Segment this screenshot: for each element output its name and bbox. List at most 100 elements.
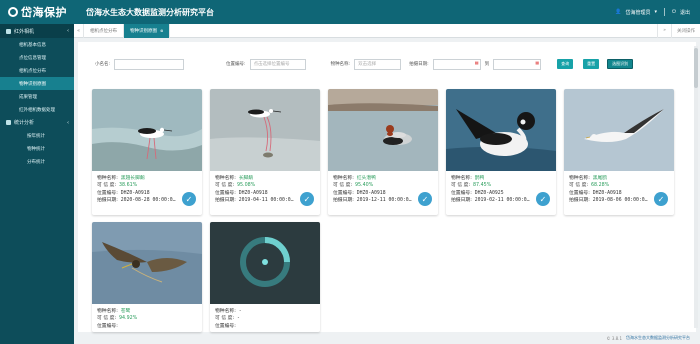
calendar-icon: ▦: [535, 59, 540, 65]
name-input[interactable]: [114, 58, 185, 70]
tab-next-button[interactable]: »: [657, 23, 671, 38]
top-header: 岱海保护 岱海水生态大数据监测分析研究平台 👤 岱海管理员 ▾ ⏻ 退出: [0, 0, 700, 24]
sidebar-section-camera[interactable]: 红外相机 ‹: [0, 24, 74, 38]
species-card[interactable]: 物种名称: 红头潜鸭 可 信 度: 95.40% 位置编号: DHZ0-A091…: [328, 89, 438, 215]
species-photo[interactable]: [210, 222, 320, 304]
sidebar-sub-yearly[interactable]: 按年统计: [0, 129, 74, 142]
sidebar-section-label: 红外相机: [14, 28, 35, 35]
sidebar-item-label: 相机点位分布: [19, 68, 46, 74]
sidebar-sub-distribution[interactable]: 分布统计: [0, 155, 74, 168]
user-area: 👤 岱海管理员 ▾ ⏻ 退出: [615, 8, 700, 16]
chevron-down-icon: ▾: [654, 9, 658, 15]
species-input[interactable]: 双击选择: [354, 58, 402, 70]
date-to-label: 到: [484, 62, 490, 67]
species-card[interactable]: 物种名称: 长脚鹬 可 信 度: 95.08% 位置编号: DHZ0-A0918…: [210, 89, 320, 215]
reset-button[interactable]: 重置: [583, 59, 600, 69]
user-icon: 👤: [615, 9, 622, 15]
scrollbar-track[interactable]: [694, 46, 698, 328]
sidebar-item-camera-info[interactable]: 相机基本信息: [0, 38, 74, 51]
sidebar: 红外相机 ‹ 相机基本信息 点位信息管理 相机点位分布 物种识别原图 成果管理 …: [0, 24, 74, 344]
species-card[interactable]: 物种名称: 黑翅长脚鹬 可 信 度: 38.61% 位置编号: DHZ0-A09…: [92, 89, 202, 215]
confidence: 68.28%: [590, 183, 610, 189]
footer-version: © 3.8.1: [606, 335, 622, 341]
species-photo[interactable]: [328, 89, 438, 171]
tab-point-distribution[interactable]: 相机点位分布: [84, 23, 124, 38]
close-icon[interactable]: ⊗: [160, 28, 163, 33]
sidebar-item-label: 物种统计: [27, 146, 45, 152]
sidebar-item-label: 按年统计: [27, 133, 45, 139]
location-placeholder: 点击选择位置编号: [253, 62, 290, 67]
check-icon[interactable]: ✓: [536, 192, 550, 206]
sidebar-item-label: 红外相机数据处理: [19, 107, 55, 113]
header-divider: [664, 8, 666, 16]
logo-text: 岱海保护: [21, 6, 67, 19]
location-input[interactable]: 点击选择位置编号: [249, 58, 306, 70]
tab-species-images[interactable]: 物种识别原图 ⊗: [124, 23, 171, 38]
name-label: 小名名:: [95, 62, 111, 67]
logout-link[interactable]: 退出: [680, 9, 690, 16]
location-code: DHZ0-A0918: [238, 190, 268, 196]
confidence: 95.08%: [236, 183, 256, 189]
species-card[interactable]: 物种名称: - 可 信 度: - 位置编号:: [210, 222, 320, 332]
logout-icon: ⏻: [672, 9, 676, 15]
capture-date: 2019-04-11 00:00:0…: [238, 198, 294, 204]
location-code: DHZ0-A0918: [592, 190, 622, 196]
species-photo[interactable]: [446, 89, 556, 171]
species-info: 物种名称: - 可 信 度: - 位置编号:: [215, 309, 242, 329]
tab-tools-label: 关闭操作: [677, 28, 695, 34]
species-name: 黑尾鸥: [592, 176, 608, 181]
tab-bar: « 相机点位分布 物种识别原图 ⊗ » 关闭操作: [74, 23, 700, 38]
species-card[interactable]: 物种名称: 苍鹭 可 信 度: 94.92% 位置编号:: [92, 222, 202, 332]
sidebar-item-label: 成果管理: [19, 94, 37, 100]
sidebar-item-species-images[interactable]: 物种识别原图: [0, 77, 74, 90]
location-code: DHZ0-A0925: [474, 190, 504, 196]
sidebar-item-results[interactable]: 成果管理: [0, 90, 74, 103]
confidence: -: [236, 316, 240, 322]
platform-title: 岱海水生态大数据监测分析研究平台: [86, 7, 214, 17]
check-icon[interactable]: ✓: [300, 192, 314, 206]
species-placeholder: 双击选择: [358, 62, 377, 67]
date-from-input[interactable]: ▦: [432, 58, 481, 70]
search-button[interactable]: 查询: [557, 59, 574, 69]
species-name: 长脚鹬: [238, 176, 254, 181]
sidebar-item-label: 分布统计: [27, 159, 45, 165]
check-icon[interactable]: ✓: [654, 192, 668, 206]
sidebar-item-data-processing[interactable]: 红外相机数据处理: [0, 103, 74, 116]
capture-date: 2019-08-06 00:00:0…: [592, 198, 648, 204]
capture-date: 2019-12-11 00:00:0…: [356, 198, 412, 204]
location-code: DHZ0-A0918: [120, 190, 150, 196]
sidebar-group-label: 统计分析: [14, 120, 35, 126]
tab-close-actions[interactable]: 关闭操作: [671, 23, 700, 38]
species-photo[interactable]: [92, 89, 202, 171]
select-image-button[interactable]: 选图识别: [607, 59, 634, 69]
species-name: 黑翅长脚鹬: [120, 176, 145, 181]
species-card[interactable]: 物种名称: 鹊鸭 可 信 度: 87.45% 位置编号: DHZ0-A0925 …: [446, 89, 556, 215]
species-card[interactable]: 物种名称: 黑尾鸥 可 信 度: 68.28% 位置编号: DHZ0-A0918…: [564, 89, 674, 215]
tab-label: 物种识别原图: [130, 28, 157, 34]
confidence: 95.40%: [354, 183, 374, 189]
scrollbar-thumb[interactable]: [694, 48, 698, 88]
location-code: DHZ0-A0918: [356, 190, 386, 196]
sidebar-item-point-info[interactable]: 点位信息管理: [0, 51, 74, 64]
tab-prev-button[interactable]: «: [74, 23, 84, 38]
date-label: 拍摄日期:: [409, 62, 429, 67]
check-icon[interactable]: ✓: [418, 192, 432, 206]
user-menu[interactable]: 岱海管理员: [625, 9, 650, 16]
sidebar-item-point-distribution[interactable]: 相机点位分布: [0, 64, 74, 77]
check-icon[interactable]: ✓: [182, 192, 196, 206]
sidebar-item-label: 物种识别原图: [19, 81, 46, 87]
species-photo[interactable]: [564, 89, 674, 171]
footer: © 3.8.1 岱海水生态大数据监测分析研究平台: [74, 332, 700, 344]
capture-date: 2020-08-28 00:00:0…: [120, 198, 176, 204]
species-photo[interactable]: [210, 89, 320, 171]
footer-brand: 岱海水生态大数据监测分析研究平台: [626, 335, 690, 340]
logo-icon: [8, 7, 18, 17]
sidebar-item-label: 相机基本信息: [19, 42, 46, 48]
sidebar-group-statistics[interactable]: 统计分析 ‹: [0, 116, 74, 129]
species-photo[interactable]: [92, 222, 202, 304]
calendar-icon: ▦: [474, 59, 479, 65]
sidebar-sub-species[interactable]: 物种统计: [0, 142, 74, 155]
species-name: 红头潜鸭: [356, 176, 376, 181]
date-to-input[interactable]: ▦: [493, 58, 542, 70]
location-label: 位置编号:: [226, 62, 246, 67]
